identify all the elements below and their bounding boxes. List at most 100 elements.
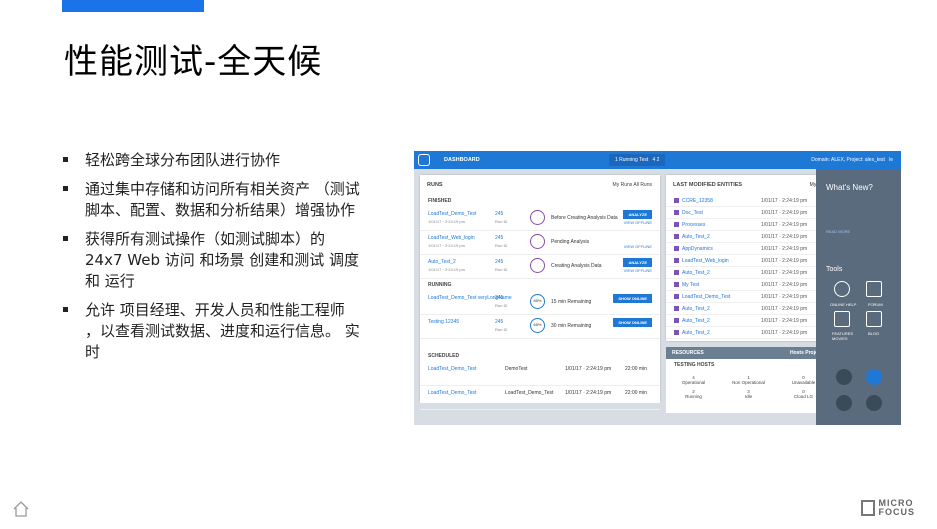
- entity-date: 1/01/17 · 2:24:19 pm: [761, 198, 808, 204]
- forum-icon[interactable]: [866, 281, 882, 297]
- list-item: AppDynamics 1/01/17 · 2:24:19 pm: [666, 243, 831, 255]
- googleplus-icon[interactable]: [866, 395, 882, 411]
- blog-icon[interactable]: [866, 311, 882, 327]
- entity-name[interactable]: Auto_Test_2: [682, 270, 710, 276]
- bullet-text: 获得所有测试操作（如测试脚本）的 24x7 Web 访问 和场景 创建和测试 调…: [85, 230, 360, 290]
- entity-name[interactable]: Auto_Test_2: [682, 330, 710, 336]
- read-more-link[interactable]: READ MORE: [826, 229, 850, 234]
- run-name[interactable]: Auto_Test_2: [428, 259, 456, 265]
- entity-name[interactable]: CCRE_12358: [682, 198, 713, 204]
- entity-name[interactable]: Auto_Test_2: [682, 234, 710, 240]
- scheduled-panel: SCHEDULED LoadTest_Demo_Test DemoTest 1/01…: [420, 347, 660, 410]
- entity-icon: [674, 234, 679, 239]
- run-id: 245: [495, 235, 504, 241]
- entity-icon: [674, 318, 679, 323]
- table-row: LoadTest_Web_login 1/01/17 · 2:24:19 pm 24…: [420, 231, 660, 255]
- entity-name[interactable]: AppDynamics: [682, 246, 713, 252]
- show-online-button[interactable]: SHOW ONLINE: [613, 294, 652, 303]
- run-status: Creating Analysis Data: [551, 263, 602, 269]
- entity-name[interactable]: LoadTest_Web_login: [682, 258, 729, 264]
- entity-name[interactable]: My Test: [682, 282, 699, 288]
- entity-date: 1/01/17 · 2:24:19 pm: [761, 222, 808, 228]
- modified-title: LAST MODIFIED ENTITIES: [673, 182, 743, 188]
- entity-icon: [674, 330, 679, 335]
- view-offline-link[interactable]: VIEW OFFLINE: [624, 220, 652, 225]
- list-item: LoadTest_Web_login 1/01/17 · 2:24:19 pm: [666, 255, 831, 267]
- sched-date: 1/01/17 · 2:24:19 pm: [565, 390, 612, 396]
- twitter-icon[interactable]: [836, 369, 852, 385]
- online-help-label: ONLINE HELP: [830, 302, 857, 307]
- entity-icon: [674, 258, 679, 263]
- linkedin-icon[interactable]: [836, 395, 852, 411]
- entity-name[interactable]: Auto_Test_2: [682, 318, 710, 324]
- list-item: My Test 1/01/17 · 2:24:19 pm: [666, 279, 831, 291]
- run-id: 245: [495, 211, 504, 217]
- bullet-text: 通过集中存储和访问所有相关资产 （测试脚本、配置、数据和分析结果）增强协作: [85, 180, 360, 219]
- facebook-icon[interactable]: [866, 369, 882, 385]
- host-stat-label: Operational: [681, 380, 706, 385]
- entity-name[interactable]: LoadTest_Demo_Test: [682, 294, 730, 300]
- analyze-button[interactable]: ANALYZE: [623, 210, 652, 219]
- running-test-badge[interactable]: 1 Running Test 4 2: [609, 154, 666, 166]
- entity-date: 1/01/17 · 2:24:19 pm: [761, 270, 808, 276]
- domain-info[interactable]: Domain: ALEX, Project: alex_test le: [811, 157, 893, 163]
- sched-name[interactable]: LoadTest_Demo_Test: [428, 366, 476, 372]
- sched-test: DemoTest: [505, 366, 528, 372]
- help-icon[interactable]: [834, 281, 850, 297]
- microfocus-logo-icon: [860, 500, 875, 516]
- run-name[interactable]: LoadTest_Demo_Test: [428, 211, 476, 217]
- host-stat: 2 Running: [666, 387, 721, 401]
- table-row: LoadTest_Demo_Test 1/01/17 · 2:24:19 pm 24…: [420, 207, 660, 231]
- entity-icon: [674, 210, 679, 215]
- bullet-list: 轻松跨全球分布团队进行协作 通过集中存储和访问所有相关资产 （测试脚本、配置、数…: [63, 150, 363, 371]
- brand-logo: MICRO FOCUS: [860, 499, 916, 517]
- entity-date: 1/01/17 · 2:24:19 pm: [761, 258, 808, 264]
- run-name[interactable]: LoadTest_Web_login: [428, 235, 475, 241]
- entity-icon: [674, 282, 679, 287]
- modified-panel: LAST MODIFIED ENTITIES My All CCRE_12358…: [666, 175, 831, 341]
- run-status: Pending Analysis: [551, 239, 590, 245]
- analyze-button[interactable]: ANALYZE: [623, 258, 652, 267]
- table-row: LoadTest_Demo_Test DemoTest 1/01/17 · 2:24…: [420, 362, 660, 386]
- view-offline-link[interactable]: VIEW OFFLINE: [624, 244, 652, 249]
- runs-toggle[interactable]: My Runs All Runs: [613, 182, 652, 188]
- domain-text: Domain: ALEX, Project: alex_test: [811, 157, 885, 163]
- entity-icon: [674, 198, 679, 203]
- list-item: CCRE_12358 1/01/17 · 2:24:19 pm: [666, 195, 831, 207]
- run-id: 245: [495, 295, 504, 301]
- view-offline-link[interactable]: VIEW OFFLINE: [624, 268, 652, 273]
- run-status: 15 min Remaining: [551, 299, 592, 305]
- bullet-dot: [63, 157, 68, 162]
- entity-name[interactable]: Processes: [682, 222, 705, 228]
- run-id-label: Run ID: [495, 267, 508, 272]
- entity-name[interactable]: Auto_Test_2: [682, 306, 710, 312]
- entity-icon: [674, 270, 679, 275]
- entity-name[interactable]: Doc_Test: [682, 210, 703, 216]
- table-row: LoadTest_Demo_Test LoadTest_Demo_Test 1/01…: [420, 386, 660, 410]
- movie-icon[interactable]: [834, 311, 850, 327]
- finished-label: FINISHED: [428, 198, 452, 204]
- status-icon: [530, 258, 545, 273]
- run-id-label: Run ID: [495, 243, 508, 248]
- run-id-label: Run ID: [495, 327, 508, 332]
- resources-title: RESOURCES: [672, 350, 704, 356]
- run-status: 30 min Remaining: [551, 323, 592, 329]
- bullet-item: 通过集中存储和访问所有相关资产 （测试脚本、配置、数据和分析结果）增强协作: [63, 179, 363, 221]
- host-stat-label: Non Operational: [732, 380, 765, 385]
- brand-text: MICRO FOCUS: [879, 499, 916, 517]
- tools-title: Tools: [826, 266, 843, 273]
- entity-icon: [674, 222, 679, 227]
- entity-date: 1/01/17 · 2:24:19 pm: [761, 306, 808, 312]
- entity-date: 1/01/17 · 2:24:19 pm: [761, 246, 808, 252]
- home-icon[interactable]: [12, 500, 30, 518]
- run-name[interactable]: Testing 12345: [428, 319, 459, 325]
- sched-duration: 22:00 min: [625, 390, 647, 396]
- show-online-button[interactable]: SHOW ONLINE: [613, 318, 652, 327]
- sched-test: LoadTest_Demo_Test: [505, 390, 554, 396]
- dashboard-header: DASHBOARD 1 Running Test 4 2 Domain: ALE…: [414, 151, 901, 169]
- sched-name[interactable]: LoadTest_Demo_Test: [428, 390, 476, 396]
- table-row: Auto_Test_2 1/01/17 · 2:24:19 pm 245 Run ID…: [420, 255, 660, 279]
- host-stat: 1 Non Operational: [721, 373, 776, 387]
- bullet-dot: [63, 236, 68, 241]
- entity-icon: [674, 306, 679, 311]
